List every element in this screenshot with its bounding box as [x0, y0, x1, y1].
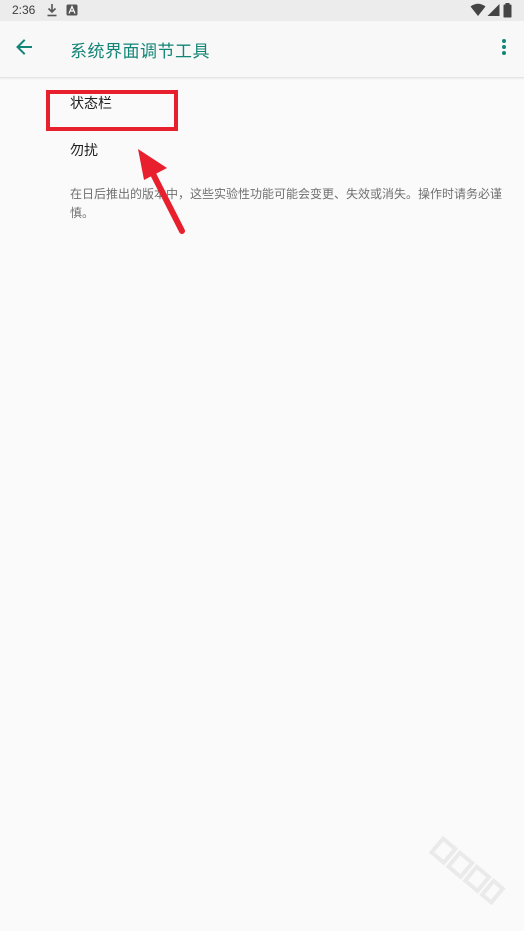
more-vert-icon: [501, 38, 507, 60]
experimental-warning-note: 在日后推出的版本中，这些实验性功能可能会变更、失效或消失。操作时请务必谨慎。: [70, 187, 503, 220]
watermark-icon: [428, 835, 506, 906]
signal-icon: [487, 3, 500, 17]
status-time: 2:36: [12, 3, 36, 17]
status-bar: 2:36: [0, 0, 524, 21]
download-icon: [46, 3, 58, 17]
battery-icon: [503, 3, 512, 18]
more-options-button[interactable]: [492, 33, 516, 65]
back-button[interactable]: [8, 33, 40, 65]
list-item-label: 勿扰: [70, 143, 98, 159]
page-title: 系统界面调节工具: [70, 42, 210, 62]
wifi-icon: [470, 3, 486, 17]
list-item-status-bar[interactable]: 状态栏: [0, 78, 524, 124]
list-item-do-not-disturb[interactable]: 勿扰: [0, 126, 524, 172]
list-item-label: 状态栏: [70, 96, 112, 112]
a-notification-icon: [66, 4, 78, 16]
app-bar: 系统界面调节工具: [0, 21, 524, 78]
arrow-back-icon: [15, 38, 33, 60]
